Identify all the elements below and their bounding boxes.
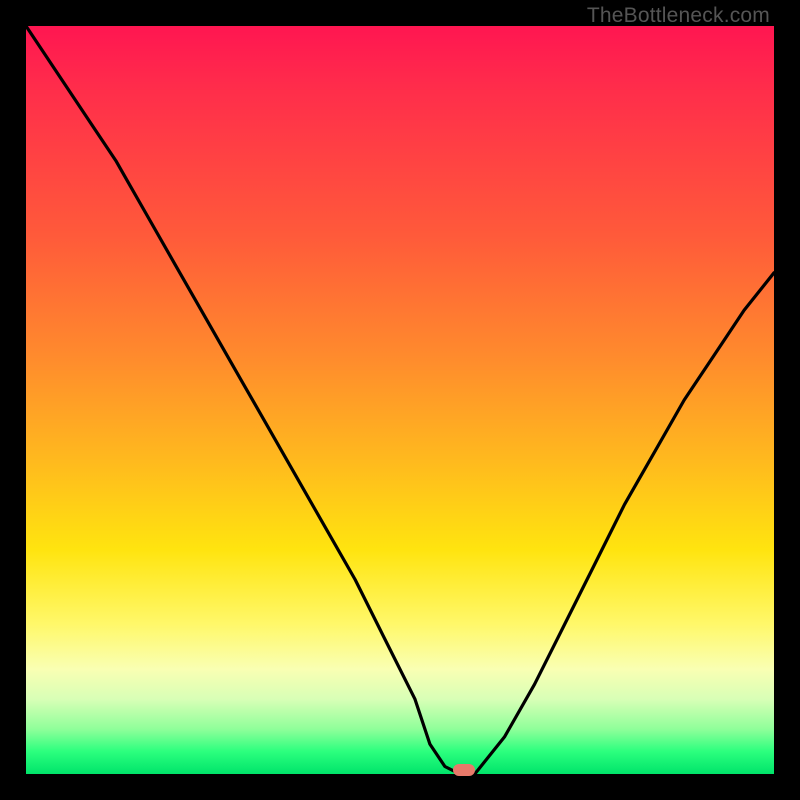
plot-area	[26, 26, 774, 774]
optimal-point-marker	[453, 764, 475, 776]
bottleneck-curve	[26, 26, 774, 774]
watermark-text: TheBottleneck.com	[587, 4, 770, 28]
curve-path	[26, 26, 774, 774]
chart-stage: TheBottleneck.com	[0, 0, 800, 800]
